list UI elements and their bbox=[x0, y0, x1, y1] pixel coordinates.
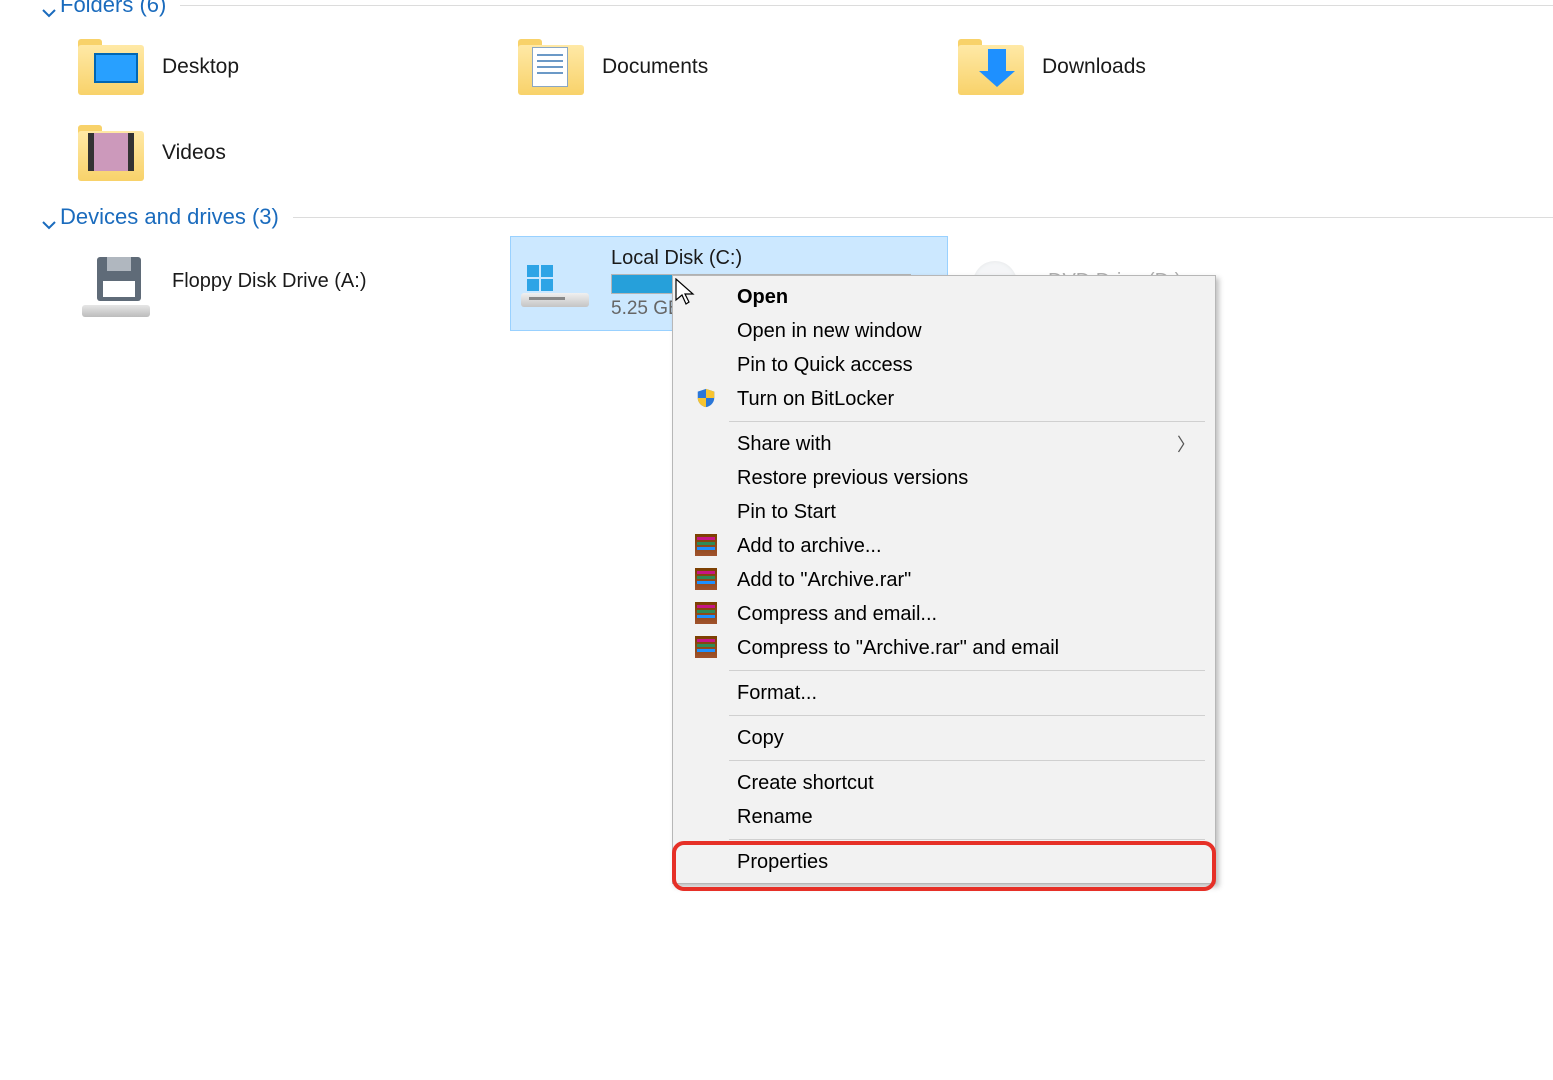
documents-icon bbox=[532, 47, 568, 87]
section-divider bbox=[293, 217, 1553, 218]
menu-item-properties[interactable]: Properties bbox=[675, 845, 1213, 879]
folders-grid: Desktop Documents Downloads Videos bbox=[0, 24, 1553, 196]
menu-item-add-to-archive-rar[interactable]: Add to "Archive.rar" bbox=[675, 563, 1213, 597]
submenu-arrow-icon: 〉 bbox=[1177, 431, 1195, 457]
drives-header-text: Devices and drives (3) bbox=[60, 204, 279, 230]
folders-section-header[interactable]: Folders (6) bbox=[0, 0, 1553, 24]
local-disk-icon bbox=[521, 257, 595, 311]
folder-label: Documents bbox=[602, 55, 708, 79]
folder-label: Desktop bbox=[162, 55, 239, 79]
uac-shield-icon bbox=[695, 387, 719, 411]
videos-icon bbox=[88, 133, 134, 171]
folder-icon bbox=[958, 39, 1024, 95]
chevron-down-icon bbox=[42, 212, 52, 222]
menu-item-pin-to-start[interactable]: Pin to Start bbox=[675, 495, 1213, 529]
downloads-icon bbox=[988, 49, 1006, 71]
winrar-icon bbox=[695, 568, 719, 592]
section-divider bbox=[180, 5, 1553, 6]
folder-label: Videos bbox=[162, 141, 226, 165]
desktop-icon bbox=[94, 53, 138, 83]
menu-separator bbox=[729, 760, 1205, 761]
floppy-drive-icon bbox=[82, 257, 156, 311]
drive-label: Floppy Disk Drive (A:) bbox=[172, 270, 500, 293]
menu-item-create-shortcut[interactable]: Create shortcut bbox=[675, 766, 1213, 800]
drive-label: Local Disk (C:) bbox=[611, 247, 937, 270]
menu-item-copy[interactable]: Copy bbox=[675, 721, 1213, 755]
menu-item-pin-quick-access[interactable]: Pin to Quick access bbox=[675, 348, 1213, 382]
folder-item-downloads[interactable]: Downloads bbox=[952, 24, 1392, 110]
menu-separator bbox=[729, 421, 1205, 422]
folder-item-desktop[interactable]: Desktop bbox=[72, 24, 512, 110]
menu-item-rename[interactable]: Rename bbox=[675, 800, 1213, 834]
menu-item-add-to-archive[interactable]: Add to archive... bbox=[675, 529, 1213, 563]
menu-item-compress-rar-and-email[interactable]: Compress to "Archive.rar" and email bbox=[675, 631, 1213, 665]
winrar-icon bbox=[695, 534, 719, 558]
menu-item-open-new-window[interactable]: Open in new window bbox=[675, 314, 1213, 348]
folder-label: Downloads bbox=[1042, 55, 1146, 79]
chevron-down-icon bbox=[42, 0, 52, 10]
menu-item-turn-on-bitlocker[interactable]: Turn on BitLocker bbox=[675, 382, 1213, 416]
menu-separator bbox=[729, 839, 1205, 840]
menu-item-format[interactable]: Format... bbox=[675, 676, 1213, 710]
menu-item-open[interactable]: Open bbox=[675, 280, 1213, 314]
menu-item-compress-and-email[interactable]: Compress and email... bbox=[675, 597, 1213, 631]
winrar-icon bbox=[695, 636, 719, 660]
menu-item-share-with[interactable]: Share with 〉 bbox=[675, 427, 1213, 461]
menu-separator bbox=[729, 670, 1205, 671]
folder-item-videos[interactable]: Videos bbox=[72, 110, 512, 196]
winrar-icon bbox=[695, 602, 719, 626]
folder-icon bbox=[78, 39, 144, 95]
context-menu: Open Open in new window Pin to Quick acc… bbox=[672, 275, 1216, 884]
windows-logo-icon bbox=[527, 265, 553, 291]
folder-icon bbox=[78, 125, 144, 181]
drives-section-header[interactable]: Devices and drives (3) bbox=[0, 204, 1553, 236]
menu-separator bbox=[729, 715, 1205, 716]
drive-item-floppy[interactable]: Floppy Disk Drive (A:) bbox=[72, 236, 510, 331]
folder-icon bbox=[518, 39, 584, 95]
menu-item-restore-previous-versions[interactable]: Restore previous versions bbox=[675, 461, 1213, 495]
folder-item-documents[interactable]: Documents bbox=[512, 24, 952, 110]
folders-header-text: Folders (6) bbox=[60, 0, 166, 18]
